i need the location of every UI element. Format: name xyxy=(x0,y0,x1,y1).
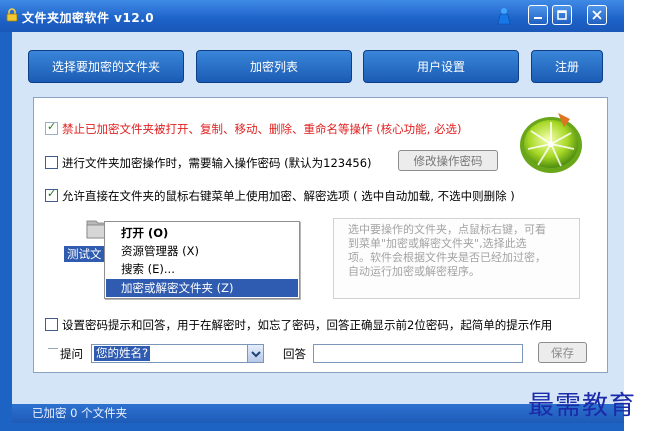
minimize-button[interactable] xyxy=(528,5,548,25)
question-label: 提问 xyxy=(60,347,83,361)
forbid-ops-checkbox[interactable] xyxy=(45,120,58,135)
watermark-text: 最需教育 xyxy=(528,391,637,421)
encrypt-list-button[interactable]: 加密列表 xyxy=(196,50,352,83)
forbid-ops-label: 禁止已加密文件夹被打开、复制、移动、删除、重命名等操作 (核心功能, 必选) xyxy=(62,122,462,136)
maximize-icon xyxy=(557,10,567,20)
password-hint-checkbox[interactable] xyxy=(45,318,58,331)
question-value: 您的姓名? xyxy=(94,346,151,361)
minimize-icon xyxy=(534,17,542,19)
lime-logo-icon xyxy=(520,113,582,173)
user-settings-button[interactable]: 用户设置 xyxy=(363,50,519,83)
require-pwd-checkbox[interactable] xyxy=(45,156,58,169)
menu-item-search[interactable]: 搜索 (E)... xyxy=(106,260,298,278)
save-button[interactable]: 保存 xyxy=(538,342,587,363)
password-hint-label: 设置密码提示和回答，用于在解密时，如忘了密码，回答正确显示前2位密码，起简单的提… xyxy=(62,318,553,332)
context-menu: 打开 (O) 资源管理器 (X) 搜索 (E)... 加密或解密文件夹 (Z) xyxy=(104,221,300,299)
hint-line: 选中要操作的文件夹，点鼠标右键，可看 xyxy=(348,223,546,236)
demo-folder-label[interactable]: 测试文 xyxy=(64,246,108,262)
menu-item-open[interactable]: 打开 (O) xyxy=(106,224,298,242)
app-window: 文件夹加密软件 v12.0 选择要加密的文件夹 加密列表 用户设置 注册 禁止已… xyxy=(0,0,624,431)
answer-field[interactable] xyxy=(313,344,523,363)
require-pwd-label: 进行文件夹加密操作时，需要输入操作密码 (默认为123456) xyxy=(62,156,372,170)
title-bar[interactable]: 文件夹加密软件 v12.0 xyxy=(0,0,624,32)
question-select[interactable]: 您的姓名? xyxy=(91,344,264,363)
dropdown-button[interactable] xyxy=(247,345,263,362)
close-icon xyxy=(592,10,602,20)
close-button[interactable] xyxy=(587,5,607,25)
lock-icon xyxy=(6,8,18,22)
hint-line: 项。软件会根据文件夹是否已经加过密， xyxy=(348,251,546,264)
chevron-down-icon xyxy=(251,351,261,358)
change-password-button[interactable]: 修改操作密码 xyxy=(398,150,498,171)
hint-line: 到菜单"加密或解密文件夹",选择此选 xyxy=(348,237,527,250)
menu-item-explorer[interactable]: 资源管理器 (X) xyxy=(106,242,298,260)
maximize-button[interactable] xyxy=(552,5,572,25)
hint-line: 自动运行加密或解密程序。 xyxy=(348,265,480,278)
context-menu-label: 允许直接在文件夹的鼠标右键菜单上使用加密、解密选项 ( 选中自动加载, 不选中则… xyxy=(62,189,515,203)
menu-item-encrypt-decrypt[interactable]: 加密或解密文件夹 (Z) xyxy=(106,279,298,297)
select-folder-button[interactable]: 选择要加密的文件夹 xyxy=(28,50,184,83)
window-title: 文件夹加密软件 v12.0 xyxy=(22,11,155,25)
app-figure-icon xyxy=(497,8,511,25)
divider xyxy=(48,348,58,349)
context-menu-checkbox[interactable] xyxy=(45,187,58,202)
status-text: 已加密 0 个文件夹 xyxy=(32,406,128,420)
register-button[interactable]: 注册 xyxy=(531,50,603,83)
answer-label: 回答 xyxy=(283,347,306,361)
usage-hint-box: 选中要操作的文件夹，点鼠标右键，可看 到菜单"加密或解密文件夹",选择此选 项。… xyxy=(333,218,580,299)
